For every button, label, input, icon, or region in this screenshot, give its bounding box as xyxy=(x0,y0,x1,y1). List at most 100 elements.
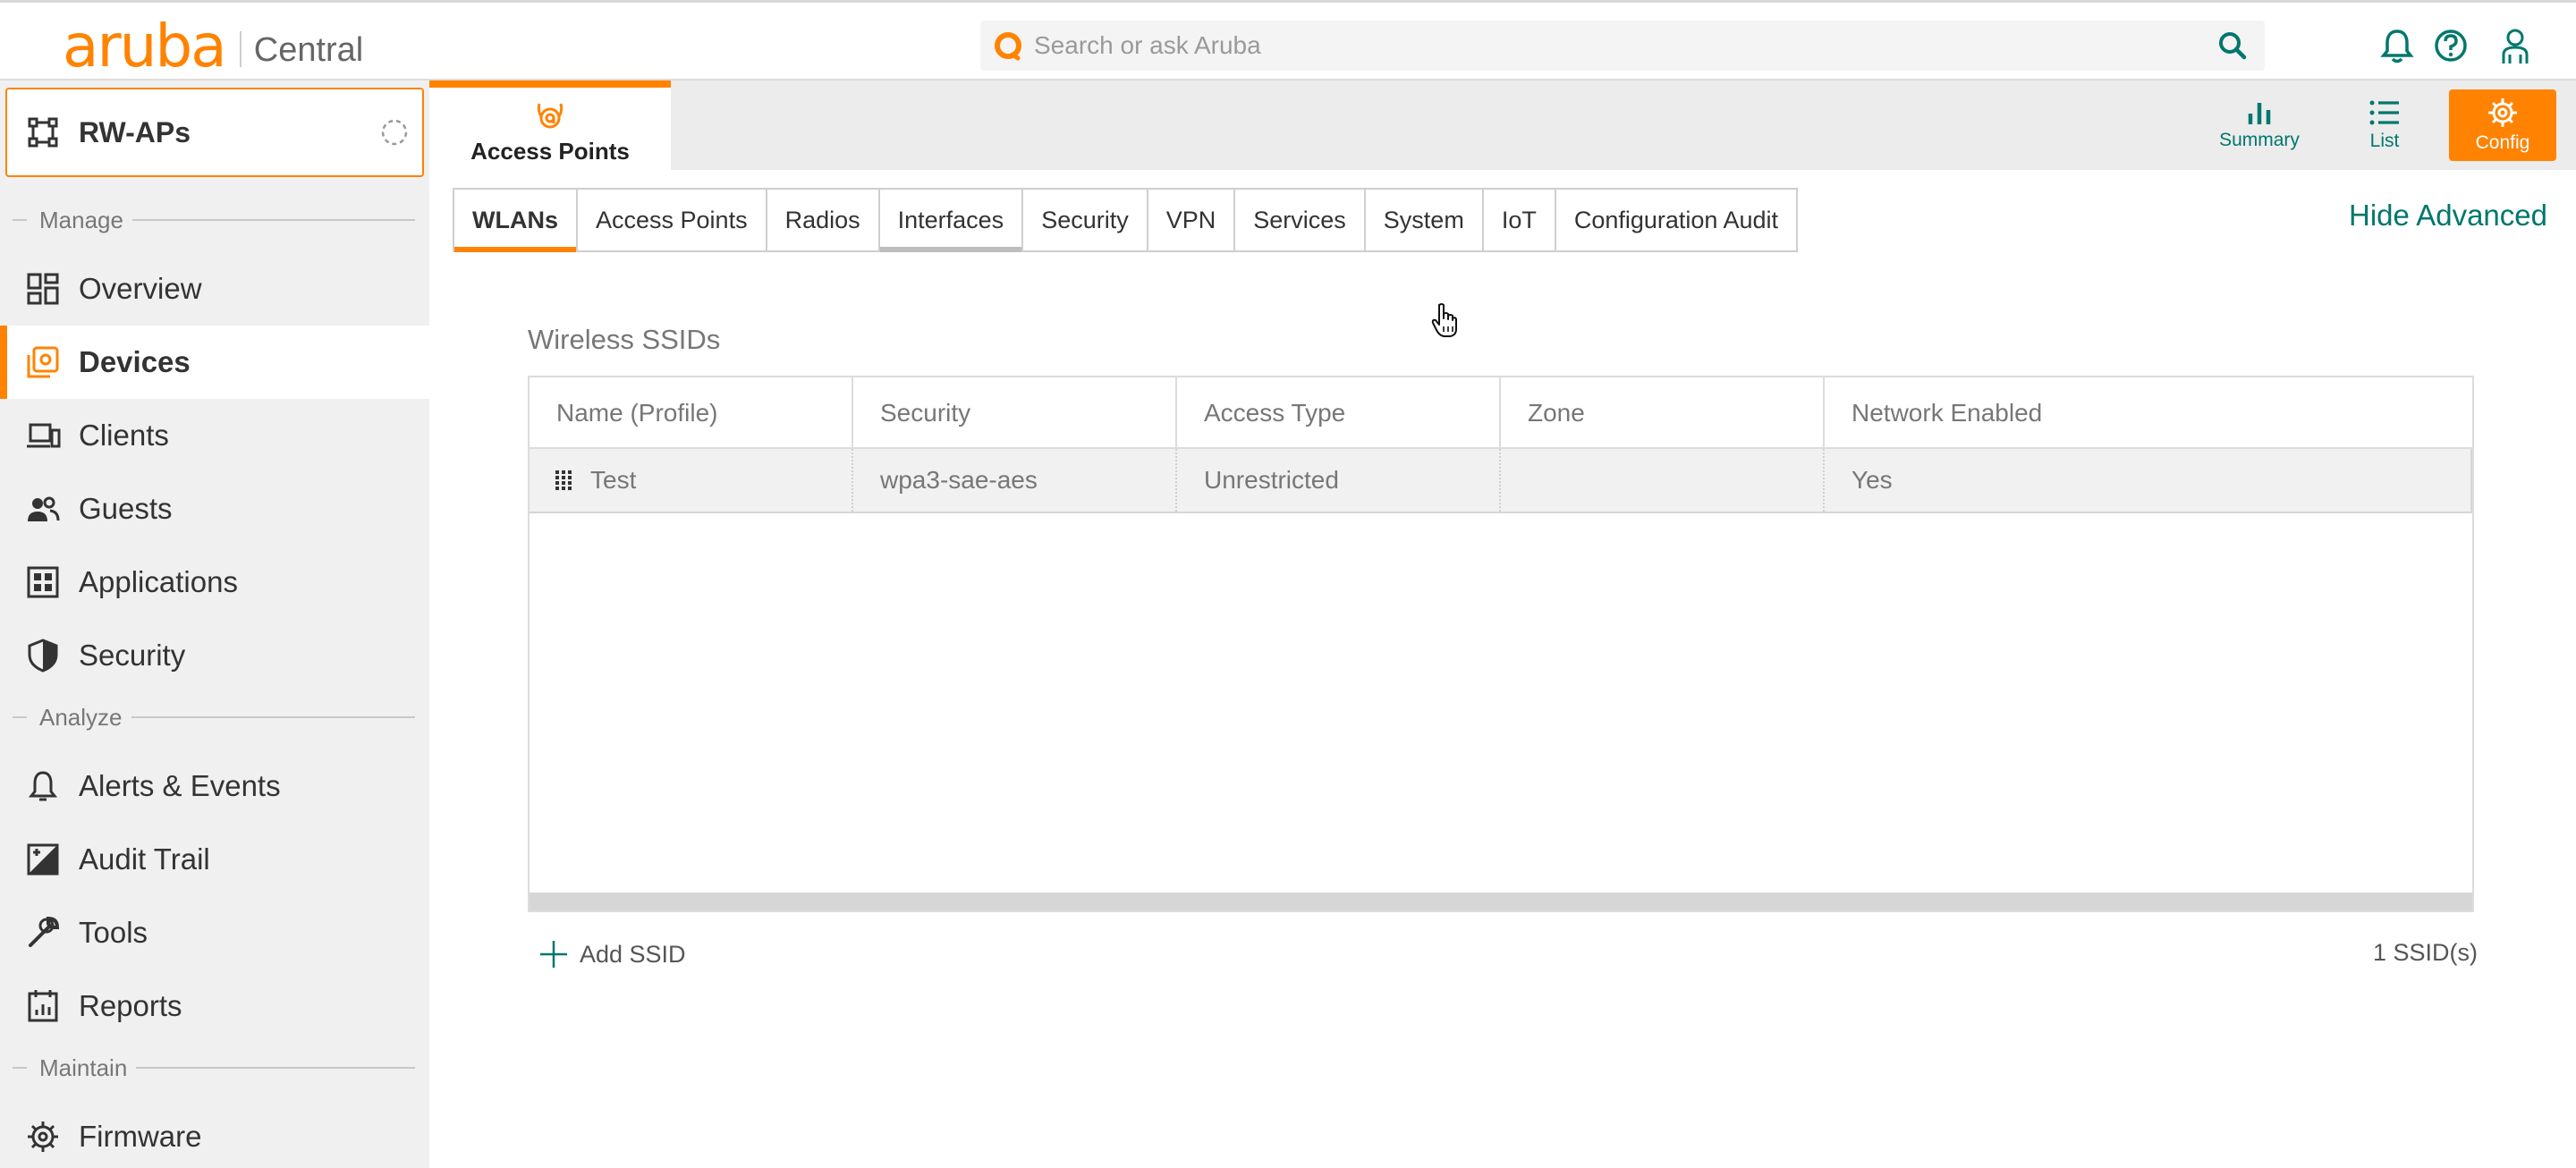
bell-icon xyxy=(28,771,58,801)
sidebar-item-label: Tools xyxy=(79,916,148,949)
list-view-button[interactable]: List xyxy=(2349,89,2420,161)
add-ssid-button[interactable]: Add SSID xyxy=(538,939,686,969)
top-bar: aruba Central xyxy=(0,0,2576,80)
list-icon xyxy=(2369,100,2399,125)
ssid-count: 1 SSID(s) xyxy=(2372,939,2478,966)
shield-icon xyxy=(28,639,58,673)
drag-handle-icon[interactable] xyxy=(555,470,572,491)
view-label: Config xyxy=(2475,132,2530,153)
sidebar-item-label: Alerts & Events xyxy=(79,769,281,802)
cell-access-type: Unrestricted xyxy=(1177,449,1501,512)
tab-vpn[interactable]: VPN xyxy=(1148,190,1236,250)
config-view-button[interactable]: Config xyxy=(2449,89,2556,161)
summary-view-button[interactable]: Summary xyxy=(2215,89,2304,161)
sidebar-item-label: Overview xyxy=(79,272,202,305)
sidebar-item-tools[interactable]: Tools xyxy=(0,896,429,969)
sidebar-item-overview[interactable]: Overview xyxy=(0,252,429,326)
sidebar-item-label: Applications xyxy=(79,565,238,598)
gear-icon xyxy=(2488,98,2517,127)
wrench-icon xyxy=(29,916,60,947)
search-input[interactable] xyxy=(1034,31,2215,60)
sidebar-item-label: Clients xyxy=(79,419,169,452)
column-header-network-enabled[interactable]: Network Enabled xyxy=(1825,377,2472,449)
search-icon[interactable] xyxy=(2215,28,2250,63)
applications-icon xyxy=(27,566,59,598)
sidebar-item-label: Firmware xyxy=(79,1120,202,1153)
bell-icon[interactable] xyxy=(2379,26,2415,65)
audit-trail-icon xyxy=(27,843,59,876)
plus-icon xyxy=(540,941,567,968)
gear-icon xyxy=(28,1121,58,1152)
table-row[interactable]: Test wpa3-sae-aes Unrestricted Yes xyxy=(530,449,2472,513)
product-name: Central xyxy=(253,31,364,69)
sidebar-item-firmware[interactable]: Firmware xyxy=(0,1100,429,1168)
section-label: Maintain xyxy=(39,1054,128,1081)
tab-access-points-config[interactable]: Access Points xyxy=(578,190,767,250)
bar-chart-icon xyxy=(2248,103,2271,124)
access-point-icon xyxy=(537,103,564,129)
overview-grid-icon xyxy=(27,273,59,305)
device-type-bar: Access Points Summary List Config xyxy=(429,80,2576,170)
column-header-zone[interactable]: Zone xyxy=(1501,377,1825,449)
search-bar xyxy=(980,21,2265,71)
sidebar: RW-APs Manage Overview Devices Clients G… xyxy=(0,80,429,1168)
user-icon[interactable] xyxy=(2497,26,2533,65)
clients-icon xyxy=(27,423,61,448)
group-icon xyxy=(28,117,58,148)
sidebar-item-audit-trail[interactable]: Audit Trail xyxy=(0,823,429,896)
tab-access-points[interactable]: Access Points xyxy=(429,80,671,170)
hand-cursor-icon xyxy=(1431,303,1457,337)
tab-configuration-audit[interactable]: Configuration Audit xyxy=(1556,190,1796,250)
tab-security[interactable]: Security xyxy=(1023,190,1148,250)
sidebar-item-reports[interactable]: Reports xyxy=(0,969,429,1043)
section-title: Wireless SSIDs xyxy=(528,324,721,355)
tab-iot[interactable]: IoT xyxy=(1484,190,1556,250)
tab-wlans[interactable]: WLANs xyxy=(454,190,578,252)
tab-system[interactable]: System xyxy=(1366,190,1484,250)
sidebar-item-alerts-events[interactable]: Alerts & Events xyxy=(0,749,429,823)
sidebar-item-guests[interactable]: Guests xyxy=(0,472,429,546)
logo-wordmark: aruba xyxy=(63,12,227,80)
sidebar-item-label: Devices xyxy=(79,345,191,378)
devices-icon xyxy=(27,346,59,378)
view-label: List xyxy=(2369,131,2400,151)
table-header: Name (Profile) Security Access Type Zone… xyxy=(530,377,2472,449)
reports-icon xyxy=(28,990,58,1022)
column-header-security[interactable]: Security xyxy=(853,377,1177,449)
cell-network-enabled: Yes xyxy=(1852,466,1893,494)
aruba-logo[interactable]: aruba Central xyxy=(63,12,364,80)
horizontal-scrollbar[interactable] xyxy=(530,893,2472,910)
sidebar-item-label: Guests xyxy=(79,492,173,525)
tab-services[interactable]: Services xyxy=(1235,190,1366,250)
sidebar-item-devices[interactable]: Devices xyxy=(0,326,429,399)
cell-zone xyxy=(1501,449,1825,512)
section-label: Manage xyxy=(39,206,123,233)
config-subtabs: WLANs Access Points Radios Interfaces Se… xyxy=(453,188,1798,252)
hide-advanced-link[interactable]: Hide Advanced xyxy=(2349,199,2547,233)
sidebar-item-clients[interactable]: Clients xyxy=(0,399,429,472)
section-label: Analyze xyxy=(39,703,123,731)
tab-radios[interactable]: Radios xyxy=(767,190,880,250)
help-icon[interactable] xyxy=(2433,26,2469,65)
sidebar-item-label: Reports xyxy=(79,989,182,1022)
tab-interfaces[interactable]: Interfaces xyxy=(879,190,1024,252)
section-header-maintain: Maintain xyxy=(13,1050,415,1086)
sidebar-item-security[interactable]: Security xyxy=(0,619,429,692)
ssid-name: Test xyxy=(590,466,637,494)
aruba-search-icon xyxy=(995,32,1021,61)
column-header-name[interactable]: Name (Profile) xyxy=(530,377,853,449)
cell-security: wpa3-sae-aes xyxy=(853,449,1177,512)
guests-icon xyxy=(28,496,60,521)
cell-name: Test xyxy=(530,449,853,512)
ssid-table: Name (Profile) Security Access Type Zone… xyxy=(528,376,2474,912)
tab-label: Access Points xyxy=(470,138,630,165)
sidebar-item-applications[interactable]: Applications xyxy=(0,546,429,619)
logo-divider xyxy=(239,31,242,67)
group-selector[interactable]: RW-APs xyxy=(5,88,424,177)
section-header-manage: Manage xyxy=(13,202,415,238)
main-content: Access Points Summary List Config WLANs xyxy=(429,80,2576,1168)
section-header-analyze: Analyze xyxy=(13,699,415,735)
loading-spinner-icon xyxy=(381,119,408,146)
column-header-access-type[interactable]: Access Type xyxy=(1177,377,1501,449)
sidebar-item-label: Security xyxy=(79,639,186,672)
